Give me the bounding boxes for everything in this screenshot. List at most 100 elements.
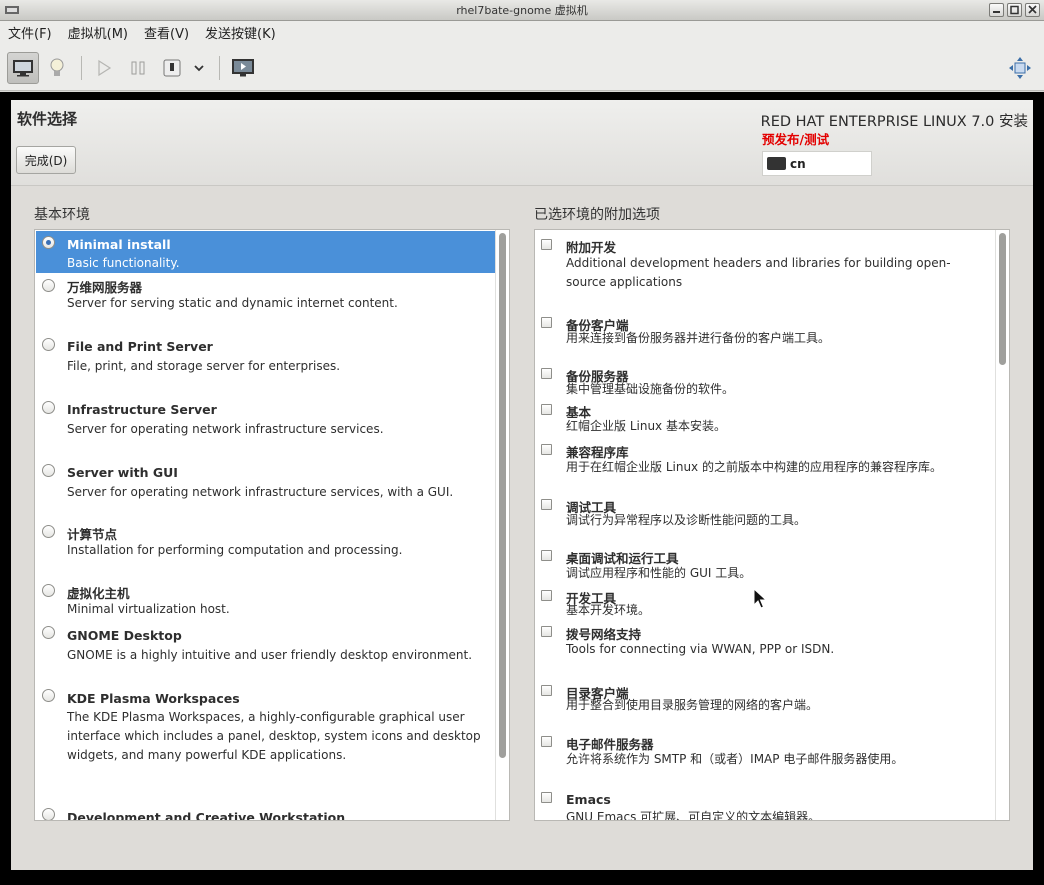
window-titlebar[interactable]: rhel7bate-gnome 虚拟机 xyxy=(0,0,1044,21)
addon-checkbox[interactable] xyxy=(541,404,552,415)
env-radio[interactable] xyxy=(42,525,55,538)
env-item-kde-plasma[interactable]: KDE Plasma Workspaces The KDE Plasma Wor… xyxy=(36,687,496,797)
chevron-down-icon xyxy=(194,65,204,72)
env-radio[interactable] xyxy=(42,464,55,477)
env-desc: Minimal virtualization host. xyxy=(67,602,230,616)
env-desc: Server for serving static and dynamic in… xyxy=(67,296,398,310)
scroll-thumb[interactable] xyxy=(999,233,1006,365)
addon-desc: 允许将系统作为 SMTP 和（或者）IMAP 电子邮件服务器使用。 xyxy=(566,752,904,766)
env-item-dev-creative[interactable]: Development and Creative Workstation xyxy=(36,806,496,821)
maximize-button[interactable] xyxy=(1007,3,1022,17)
env-name: KDE Plasma Workspaces xyxy=(67,691,240,706)
addon-desc: 调试行为异常程序以及诊断性能问题的工具。 xyxy=(566,513,807,527)
addon-checkbox[interactable] xyxy=(541,792,552,803)
fullscreen-icon xyxy=(1009,57,1031,79)
addon-desc: 基本开发环境。 xyxy=(566,603,651,617)
base-env-list[interactable]: Minimal install Basic functionality. 万维网… xyxy=(34,229,510,821)
fullscreen-button[interactable] xyxy=(1004,52,1036,84)
shutdown-button[interactable] xyxy=(156,52,188,84)
mouse-cursor-icon xyxy=(753,588,767,609)
env-name: GNOME Desktop xyxy=(67,628,182,643)
minimize-button[interactable] xyxy=(989,3,1004,17)
env-desc: Basic functionality. xyxy=(67,256,180,270)
addon-desc: 集中管理基础设施备份的软件。 xyxy=(566,382,735,396)
maximize-icon xyxy=(1010,5,1019,15)
env-item-server-gui[interactable]: Server with GUI Server for operating net… xyxy=(36,461,496,519)
addon-desc: Additional development headers and libra… xyxy=(566,256,951,289)
env-desc: GNOME is a highly intuitive and user fri… xyxy=(67,648,473,662)
close-button[interactable] xyxy=(1025,3,1040,17)
menu-vm[interactable]: 虚拟机(M) xyxy=(60,23,136,42)
env-radio[interactable] xyxy=(42,626,55,639)
env-name: Development and Creative Workstation xyxy=(67,810,346,821)
env-desc: Server for operating network infrastruct… xyxy=(67,485,454,499)
addon-checkbox[interactable] xyxy=(541,685,552,696)
env-name: File and Print Server xyxy=(67,339,213,354)
addon-desc: 用于整合到使用目录服务管理的网络的客户端。 xyxy=(566,698,819,712)
addon-desc: GNU Emacs 可扩展、可自定义的文本编辑器。 xyxy=(566,810,821,821)
menu-file[interactable]: 文件(F) xyxy=(0,23,60,42)
play-icon xyxy=(98,59,112,77)
addon-desc: 红帽企业版 Linux 基本安装。 xyxy=(566,419,726,433)
menu-view[interactable]: 查看(V) xyxy=(136,23,197,42)
app-icon xyxy=(5,6,19,14)
env-item-gnome-desktop[interactable]: GNOME Desktop GNOME is a highly intuitiv… xyxy=(36,624,496,684)
env-desc: Server for operating network infrastruct… xyxy=(67,422,384,436)
env-radio[interactable] xyxy=(42,584,55,597)
console-icon xyxy=(13,60,33,77)
keyboard-layout-label: cn xyxy=(790,156,806,171)
addon-desc: 用来连接到备份服务器并进行备份的客户端工具。 xyxy=(566,331,831,345)
env-radio[interactable] xyxy=(42,689,55,702)
addon-checkbox[interactable] xyxy=(541,736,552,747)
screen-play-icon xyxy=(232,59,254,77)
addon-checkbox[interactable] xyxy=(541,499,552,510)
env-name: Infrastructure Server xyxy=(67,402,217,417)
env-item-file-print[interactable]: File and Print Server File, print, and s… xyxy=(36,335,496,395)
lightbulb-icon xyxy=(50,58,64,76)
addons-scrollbar[interactable] xyxy=(995,230,1009,820)
scroll-thumb[interactable] xyxy=(499,233,506,758)
env-item-infrastructure[interactable]: Infrastructure Server Server for operati… xyxy=(36,398,496,458)
pause-button[interactable] xyxy=(122,52,154,84)
details-button[interactable] xyxy=(41,52,73,84)
env-radio[interactable] xyxy=(42,401,55,414)
menu-send-key[interactable]: 发送按键(K) xyxy=(197,23,284,42)
base-env-scrollbar[interactable] xyxy=(495,230,509,820)
console-button[interactable] xyxy=(7,52,39,84)
env-name: Server with GUI xyxy=(67,465,178,480)
minimize-icon xyxy=(993,11,1000,13)
env-radio[interactable] xyxy=(42,279,55,292)
addon-checkbox[interactable] xyxy=(541,317,552,328)
shutdown-icon xyxy=(163,59,181,77)
run-button[interactable] xyxy=(88,52,120,84)
page-title: 软件选择 xyxy=(17,110,78,128)
addon-checkbox[interactable] xyxy=(541,239,552,250)
env-item-compute-node[interactable]: 计算节点 Installation for performing computa… xyxy=(36,521,496,579)
addon-checkbox[interactable] xyxy=(541,444,552,455)
pause-icon xyxy=(131,61,145,75)
env-item-virtualization-host[interactable]: 虚拟化主机 Minimal virtualization host. xyxy=(36,580,496,630)
product-title: RED HAT ENTERPRISE LINUX 7.0 安装 xyxy=(760,114,1028,130)
addon-checkbox[interactable] xyxy=(541,368,552,379)
shutdown-menu-button[interactable] xyxy=(186,52,212,84)
env-radio[interactable] xyxy=(42,338,55,351)
window-title: rhel7bate-gnome 虚拟机 xyxy=(456,4,588,17)
env-desc: The KDE Plasma Workspaces, a highly-conf… xyxy=(67,710,481,762)
addon-name: Emacs xyxy=(566,792,611,807)
addon-checkbox[interactable] xyxy=(541,590,552,601)
screenshot-button[interactable] xyxy=(227,52,259,84)
env-item-web-server[interactable]: 万维网服务器 Server for serving static and dyn… xyxy=(36,274,496,334)
prerelease-label: 预发布/测试 xyxy=(762,132,830,147)
addons-list[interactable]: 附加开发 Additional development headers and … xyxy=(534,229,1010,821)
env-name: Minimal install xyxy=(67,237,171,252)
toolbar xyxy=(0,44,1044,91)
env-radio[interactable] xyxy=(42,808,55,820)
env-desc: Installation for performing computation … xyxy=(67,543,403,557)
addon-checkbox[interactable] xyxy=(541,626,552,637)
installer-screen: 软件选择 完成(D) RED HAT ENTERPRISE LINUX 7.0 … xyxy=(11,100,1033,870)
addon-checkbox[interactable] xyxy=(541,550,552,561)
done-button[interactable]: 完成(D) xyxy=(16,146,76,174)
env-item-minimal[interactable]: Minimal install Basic functionality. xyxy=(36,231,496,273)
env-radio[interactable] xyxy=(42,236,55,249)
keyboard-layout-indicator[interactable]: cn xyxy=(762,151,872,176)
